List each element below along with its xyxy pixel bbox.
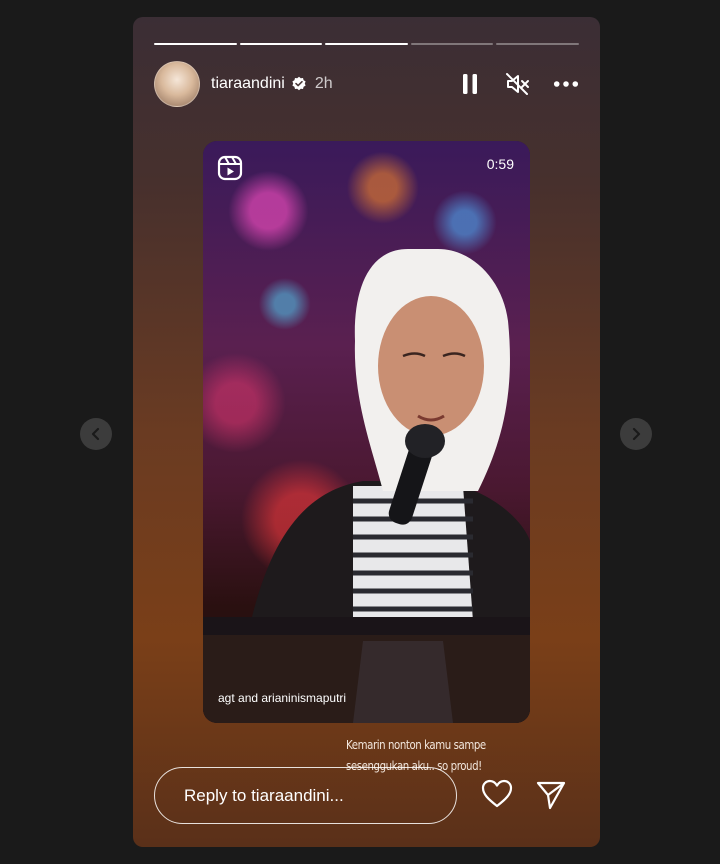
story-viewer[interactable]: tiaraandini 2h 0:59 agt and arianinismap… xyxy=(133,17,600,847)
progress-segment xyxy=(239,43,323,45)
previous-story-button[interactable] xyxy=(80,418,112,450)
chevron-left-icon xyxy=(91,427,100,441)
avatar[interactable] xyxy=(154,61,200,107)
story-header: tiaraandini 2h xyxy=(154,61,579,107)
more-icon xyxy=(553,81,579,87)
post-time: 2h xyxy=(314,75,333,92)
chevron-right-icon xyxy=(632,427,641,441)
share-button[interactable] xyxy=(534,778,568,812)
mute-button[interactable] xyxy=(505,71,531,97)
pause-button[interactable] xyxy=(457,71,483,97)
send-icon xyxy=(536,781,566,810)
more-options-button[interactable] xyxy=(553,71,579,97)
like-button[interactable] xyxy=(480,777,514,811)
pause-icon xyxy=(463,74,477,94)
reels-icon xyxy=(217,155,243,181)
reply-input[interactable] xyxy=(182,784,436,807)
progress-segment xyxy=(154,43,237,45)
video-frame-image xyxy=(203,249,530,723)
progress-segment xyxy=(410,43,494,45)
heart-icon xyxy=(481,779,513,808)
story-controls xyxy=(457,71,579,97)
mute-icon xyxy=(506,73,529,95)
audio-credit[interactable]: agt and arianinismaputri xyxy=(218,691,346,705)
reply-field[interactable] xyxy=(154,767,457,824)
reel-video[interactable]: 0:59 agt and arianinismaputri xyxy=(203,141,530,723)
progress-segment xyxy=(325,43,408,45)
caption-line: Kemarin nonton kamu sampe xyxy=(346,738,486,752)
username[interactable]: tiaraandini xyxy=(211,75,285,93)
next-story-button[interactable] xyxy=(620,418,652,450)
video-duration: 0:59 xyxy=(486,156,514,172)
progress-segment xyxy=(496,43,579,45)
story-progress-bar xyxy=(154,43,579,45)
verified-badge-icon xyxy=(292,76,306,91)
